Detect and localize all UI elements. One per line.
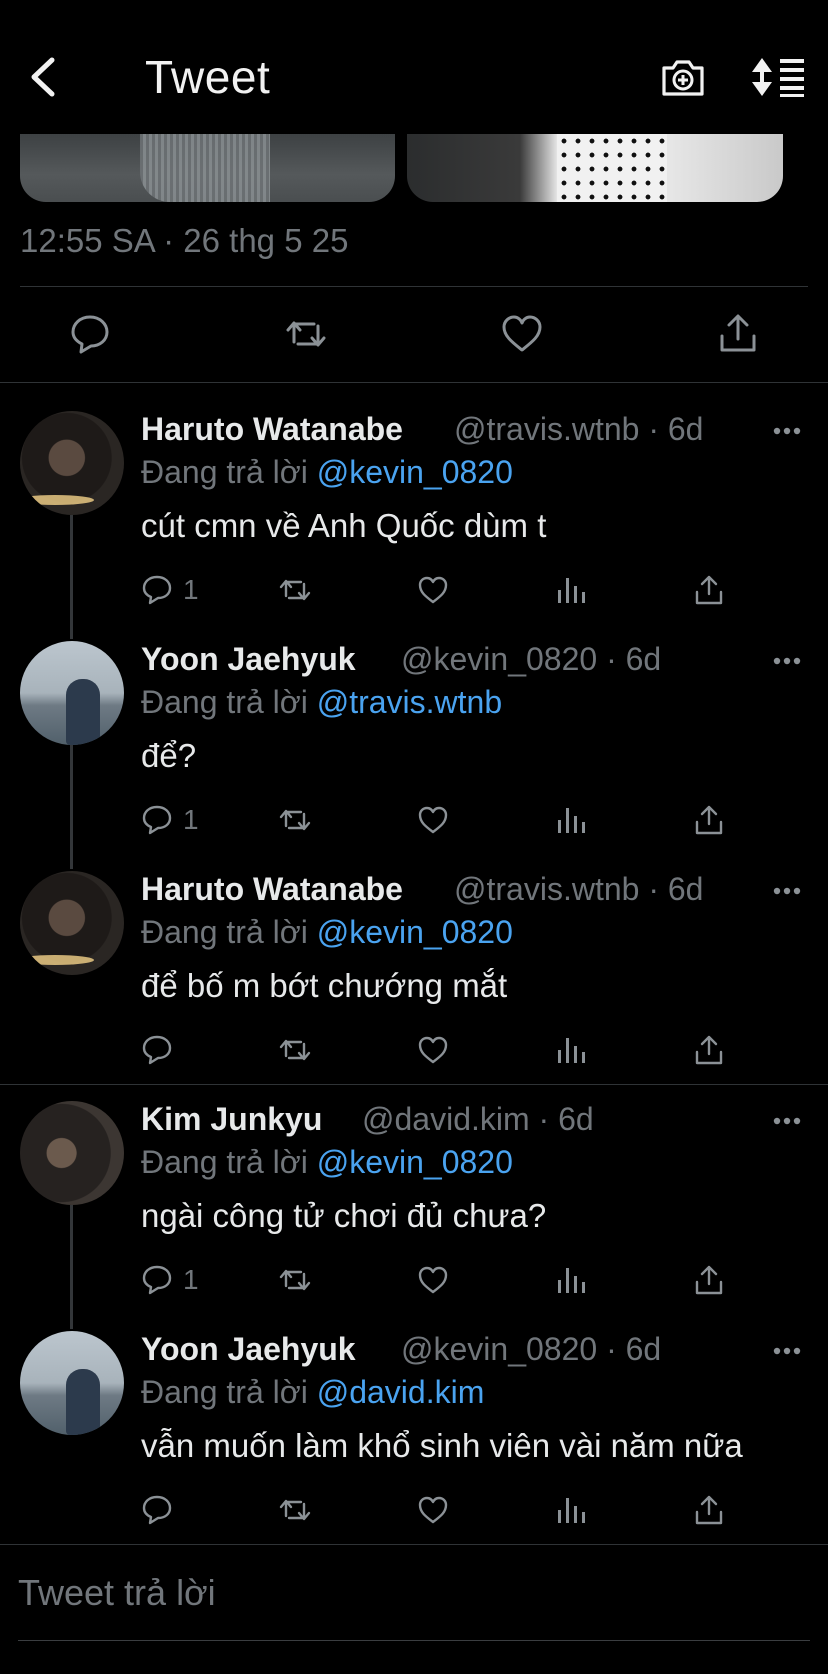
top-bar: Tweet	[0, 0, 828, 134]
reply-icon[interactable]	[141, 574, 173, 606]
replying-prefix: Đang trả lời	[141, 684, 308, 720]
replying-prefix: Đang trả lời	[141, 1374, 308, 1410]
like-heart-icon[interactable]	[417, 1494, 449, 1526]
reply-author-name[interactable]: Haruto Watanabe	[141, 871, 403, 908]
replying-prefix: Đang trả lời	[141, 1144, 308, 1180]
replying-to-line: Đang trả lời @kevin_0820	[141, 454, 513, 491]
reply-count: 1	[183, 574, 199, 605]
mention-link[interactable]: @travis.wtnb	[317, 684, 502, 720]
reply-text: ngài công tử chơi đủ chưa?	[141, 1197, 547, 1234]
reply-icon[interactable]	[141, 1494, 173, 1526]
sort-order-icon[interactable]	[752, 56, 806, 98]
avatar[interactable]	[20, 1331, 124, 1435]
more-options-icon[interactable]	[772, 426, 802, 436]
divider	[0, 382, 828, 383]
reply-text: cút cmn về Anh Quốc dùm t	[141, 507, 547, 544]
reply-icon[interactable]	[141, 804, 173, 836]
mention-link[interactable]: @kevin_0820	[317, 454, 513, 490]
tweet-timestamp: 12:55 SA · 26 thg 5 25	[20, 222, 349, 259]
mention-link[interactable]: @david.kim	[317, 1374, 485, 1410]
views-analytics-icon[interactable]	[555, 574, 587, 606]
replying-to-line: Đang trả lời @travis.wtnb	[141, 684, 502, 721]
reply-text: để?	[141, 737, 197, 774]
retweet-icon[interactable]	[279, 1034, 311, 1066]
retweet-icon[interactable]	[279, 1494, 311, 1526]
share-icon[interactable]	[693, 1264, 725, 1296]
reply-composer-input[interactable]: Tweet trả lời	[18, 1572, 216, 1614]
more-options-icon[interactable]	[772, 1346, 802, 1356]
reply-icon[interactable]	[141, 1034, 173, 1066]
share-icon[interactable]	[693, 1494, 725, 1526]
share-icon[interactable]	[693, 574, 725, 606]
like-heart-icon[interactable]	[417, 574, 449, 606]
divider	[0, 1084, 828, 1085]
reply-handle-time: @david.kim · 6d	[362, 1101, 594, 1137]
composer-underline	[18, 1640, 810, 1641]
replying-to-line: Đang trả lời @david.kim	[141, 1374, 484, 1411]
reply-icon[interactable]	[68, 312, 112, 356]
views-analytics-icon[interactable]	[555, 804, 587, 836]
tweet-photo-2[interactable]	[407, 134, 783, 202]
mention-link[interactable]: @kevin_0820	[317, 914, 513, 950]
reply-text: để bố m bớt chướng mắt	[141, 967, 508, 1004]
like-heart-icon[interactable]	[500, 312, 544, 356]
reply-handle-time: @travis.wtnb · 6d	[454, 411, 704, 447]
avatar[interactable]	[20, 1101, 124, 1205]
replying-prefix: Đang trả lời	[141, 454, 308, 490]
views-analytics-icon[interactable]	[555, 1494, 587, 1526]
reply-author-name[interactable]: Yoon Jaehyuk	[141, 1331, 356, 1368]
retweet-icon[interactable]	[279, 804, 311, 836]
share-icon[interactable]	[716, 312, 760, 356]
reply-count: 1	[183, 804, 199, 835]
reply-author-name[interactable]: Yoon Jaehyuk	[141, 641, 356, 678]
replying-prefix: Đang trả lời	[141, 914, 308, 950]
views-analytics-icon[interactable]	[555, 1264, 587, 1296]
views-analytics-icon[interactable]	[555, 1034, 587, 1066]
more-options-icon[interactable]	[772, 1116, 802, 1126]
thread-line	[70, 515, 73, 639]
more-options-icon[interactable]	[772, 886, 802, 896]
divider	[0, 1544, 828, 1545]
thread-line	[70, 1205, 73, 1329]
reply-author-name[interactable]: Kim Junkyu	[141, 1101, 322, 1138]
back-chevron-icon[interactable]	[24, 52, 64, 102]
page-title: Tweet	[145, 51, 271, 103]
avatar[interactable]	[20, 411, 124, 515]
like-heart-icon[interactable]	[417, 804, 449, 836]
camera-plus-icon[interactable]	[660, 56, 706, 98]
reply-handle-time: @travis.wtnb · 6d	[454, 871, 704, 907]
retweet-icon[interactable]	[279, 1264, 311, 1296]
avatar[interactable]	[20, 871, 124, 975]
reply-icon[interactable]	[141, 1264, 173, 1296]
retweet-icon[interactable]	[279, 574, 311, 606]
replying-to-line: Đang trả lời @kevin_0820	[141, 914, 513, 951]
reply-handle-time: @kevin_0820 · 6d	[401, 641, 662, 677]
share-icon[interactable]	[693, 1034, 725, 1066]
replying-to-line: Đang trả lời @kevin_0820	[141, 1144, 513, 1181]
retweet-icon[interactable]	[284, 312, 328, 356]
like-heart-icon[interactable]	[417, 1264, 449, 1296]
divider	[20, 286, 808, 287]
reply-text: vẫn muốn làm khổ sinh viên vài năm nữa	[141, 1427, 743, 1464]
more-options-icon[interactable]	[772, 656, 802, 666]
reply-handle-time: @kevin_0820 · 6d	[401, 1331, 662, 1367]
share-icon[interactable]	[693, 804, 725, 836]
mention-link[interactable]: @kevin_0820	[317, 1144, 513, 1180]
thread-line	[70, 745, 73, 869]
avatar[interactable]	[20, 641, 124, 745]
reply-author-name[interactable]: Haruto Watanabe	[141, 411, 403, 448]
tweet-photo-1[interactable]	[20, 134, 395, 202]
like-heart-icon[interactable]	[417, 1034, 449, 1066]
reply-count: 1	[183, 1264, 199, 1295]
